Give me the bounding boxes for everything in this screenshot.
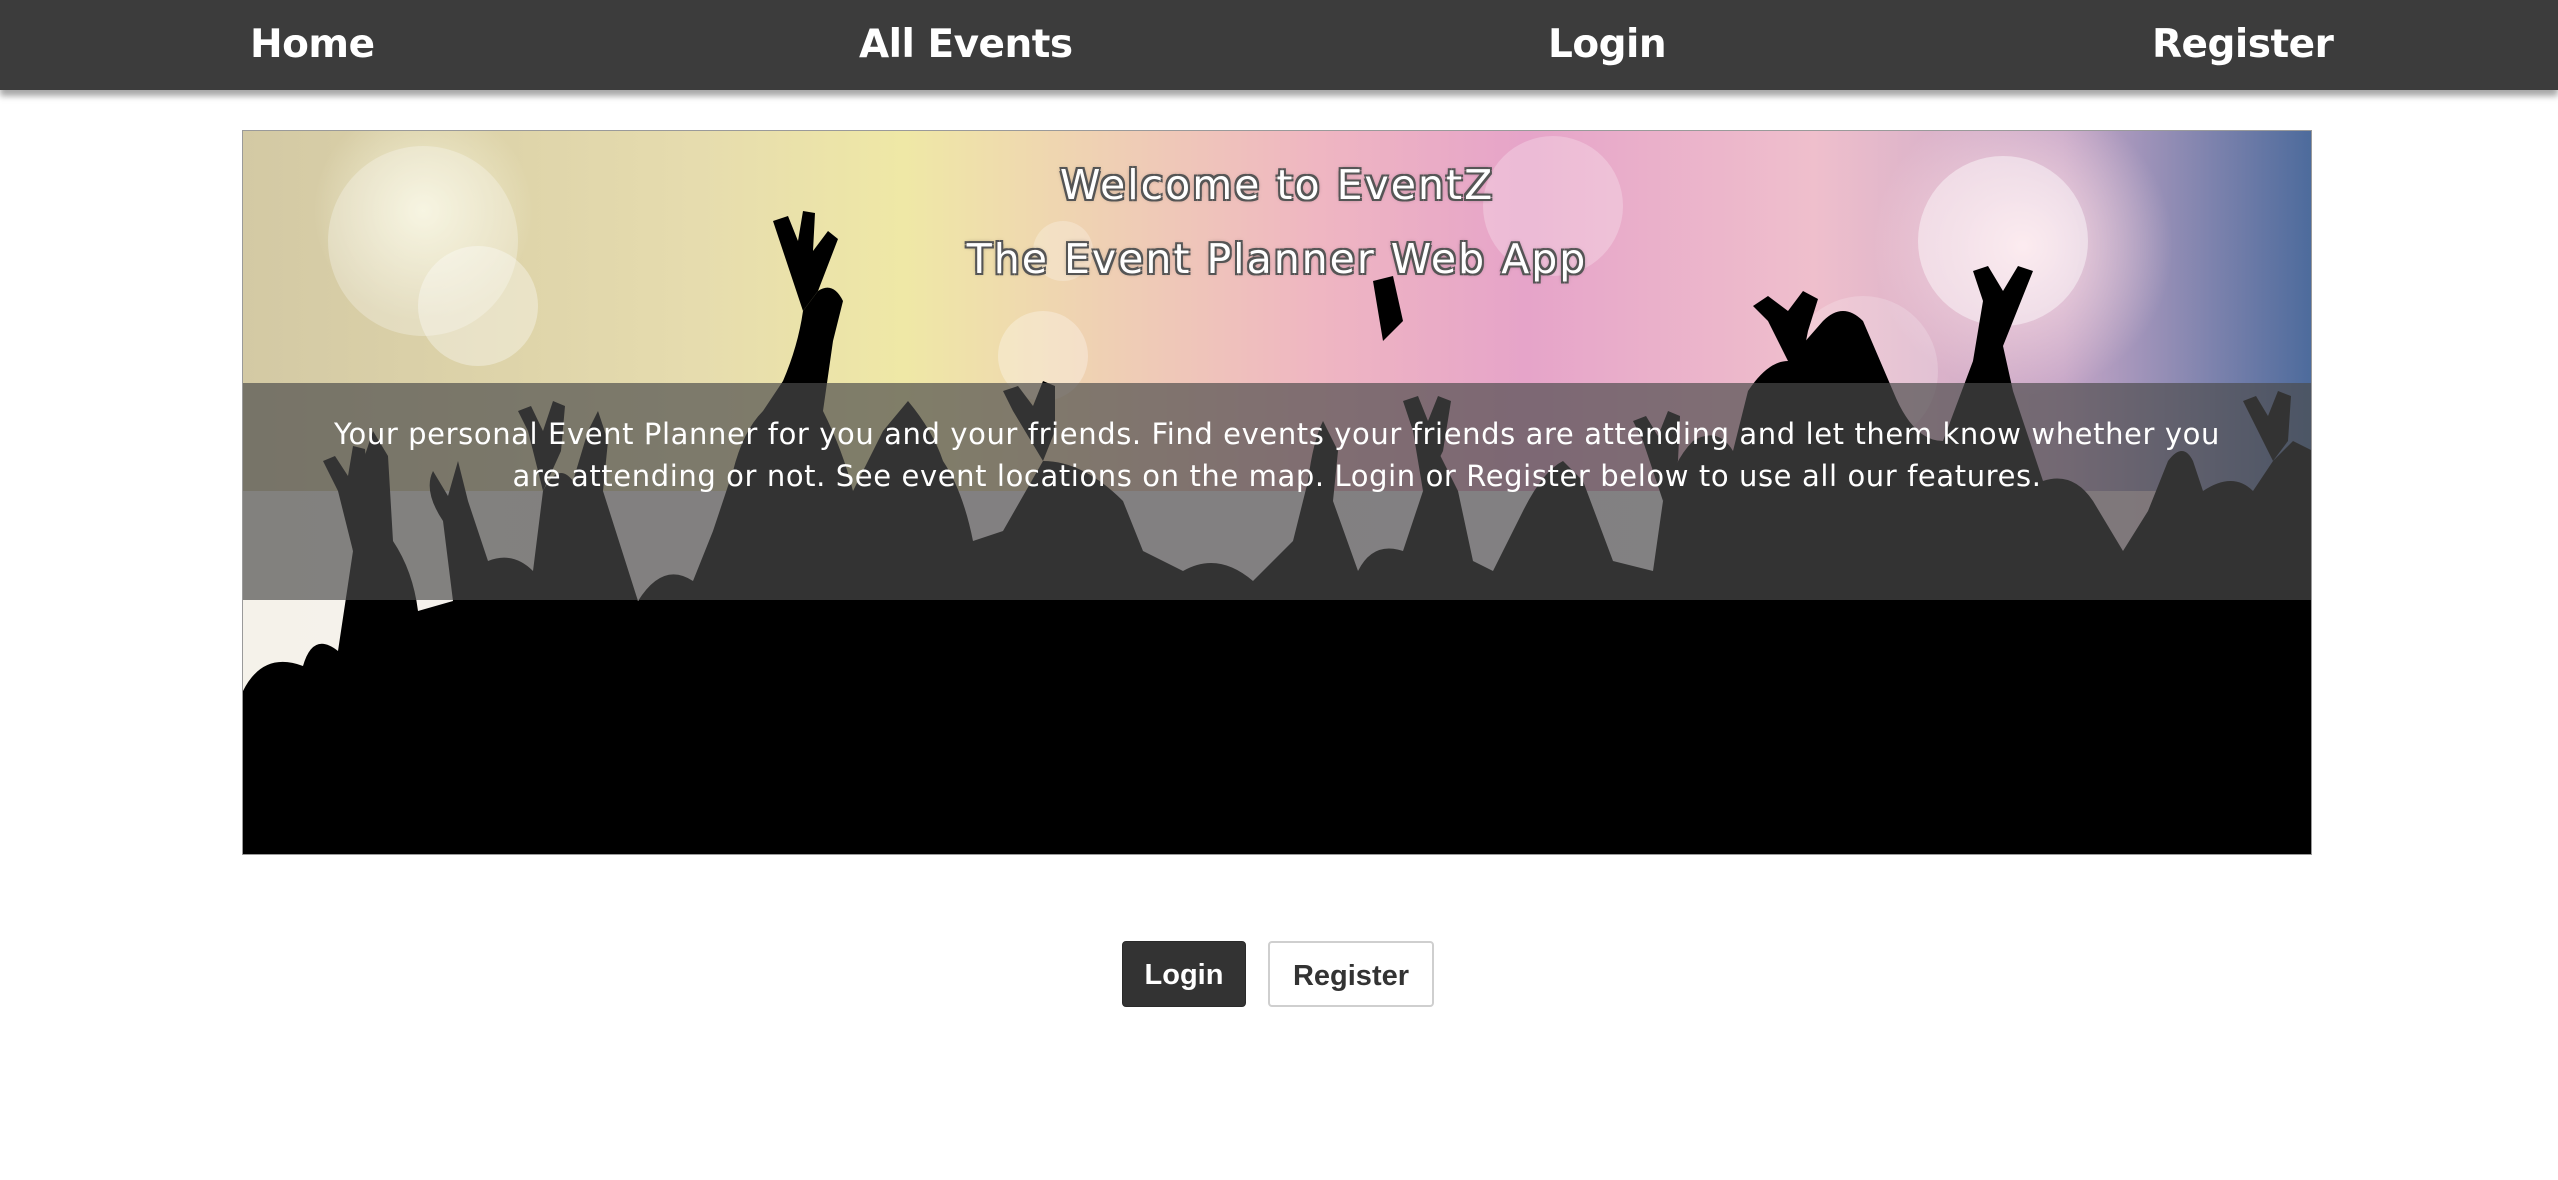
hero-subtitle: The Event Planner Web App	[966, 235, 1588, 283]
nav-register-link[interactable]: Register	[2152, 0, 2334, 90]
login-button[interactable]: Login	[1122, 941, 1246, 1007]
top-navbar: Home All Events Login Register	[0, 0, 2558, 90]
register-button[interactable]: Register	[1268, 941, 1434, 1007]
hero-title: Welcome to EventZ	[1059, 161, 1495, 209]
hero-description: Your personal Event Planner for you and …	[334, 417, 2220, 493]
nav-all-events-link[interactable]: All Events	[859, 0, 1073, 90]
nav-login-link[interactable]: Login	[1548, 0, 1667, 90]
hero-description-band: Your personal Event Planner for you and …	[243, 383, 2311, 600]
hero-banner: Welcome to EventZ The Event Planner Web …	[242, 130, 2312, 855]
nav-home-link[interactable]: Home	[250, 0, 375, 90]
